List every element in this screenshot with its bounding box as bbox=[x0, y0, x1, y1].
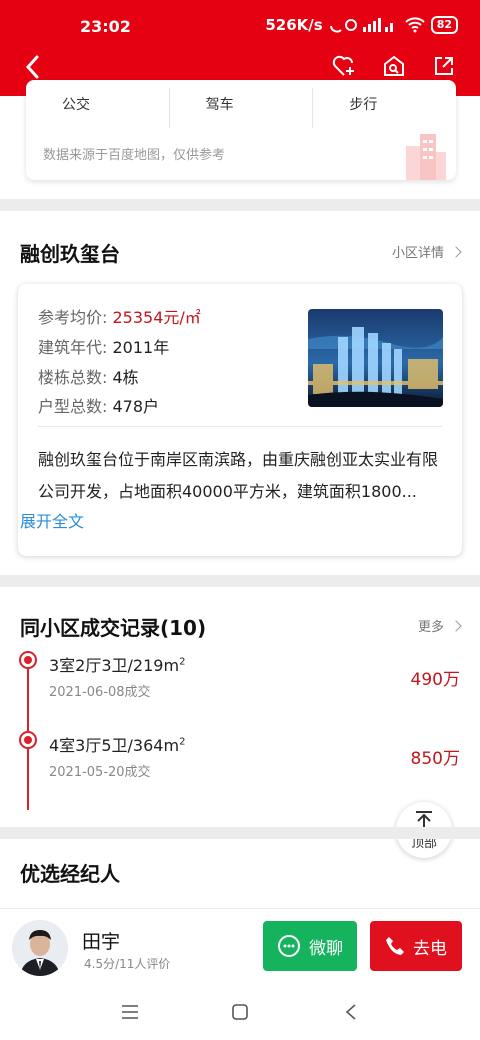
card-separator bbox=[38, 426, 442, 427]
transport-card: 公交 驾车 步行 数据来源于百度地图，仅供参考 bbox=[26, 80, 456, 180]
year-row: 建筑年代: 2011年 bbox=[38, 334, 169, 358]
transport-mode-bus[interactable]: 公交 bbox=[26, 88, 170, 128]
transactions-more-link[interactable]: 更多 bbox=[417, 616, 462, 635]
price-label: 参考均价: bbox=[38, 308, 113, 327]
transaction-date: 2021-05-20成交 bbox=[49, 765, 151, 780]
home-icon[interactable] bbox=[231, 1003, 249, 1021]
timeline-dot-icon bbox=[19, 731, 37, 749]
chevron-right-icon bbox=[450, 619, 462, 632]
section-divider bbox=[0, 827, 480, 839]
community-detail-link[interactable]: 小区详情 bbox=[391, 242, 462, 261]
more-label: 更多 bbox=[417, 620, 444, 635]
agent-contact-bar: 田宇 4.5分/11人评价 微聊 去电 bbox=[0, 908, 480, 984]
community-card: 参考均价: 25354元/㎡ 建筑年代: 2011年 楼栋总数: 4栋 户型总数… bbox=[18, 284, 462, 556]
transaction-layout-text: 4室3厅5卫/364m bbox=[49, 736, 180, 755]
units-label: 户型总数: bbox=[38, 397, 113, 416]
system-nav-bar bbox=[0, 984, 480, 1040]
units-value: 478户 bbox=[112, 397, 160, 416]
area-unit-sup: 2 bbox=[179, 656, 186, 668]
buildings-row: 楼栋总数: 4栋 bbox=[38, 364, 139, 388]
agent-rating: 4.5分/11人评价 bbox=[84, 957, 171, 971]
community-description: 融创玖玺台位于南岸区南滨路，由重庆融创亚太实业有限公司开发，占地面积40000平… bbox=[38, 450, 439, 501]
area-unit-sup: 2 bbox=[179, 736, 186, 748]
wechat-chat-button[interactable]: 微聊 bbox=[263, 921, 357, 971]
transaction-layout: 4室3厅5卫/364m2 bbox=[49, 732, 185, 756]
price-row: 参考均价: 25354元/㎡ bbox=[38, 304, 201, 328]
chevron-right-icon bbox=[450, 245, 462, 258]
buildings-label: 楼栋总数: bbox=[38, 368, 113, 387]
back-nav-icon[interactable] bbox=[344, 1003, 358, 1021]
share-icon[interactable] bbox=[432, 54, 456, 78]
units-row: 户型总数: 478户 bbox=[38, 393, 159, 417]
map-data-note: 数据来源于百度地图，仅供参考 bbox=[43, 148, 226, 163]
transaction-layout-text: 3室2厅3卫/219m bbox=[49, 656, 180, 675]
phone-icon bbox=[386, 937, 404, 955]
expand-full-text-link[interactable]: 展开全文 bbox=[20, 508, 84, 532]
agent-avatar[interactable] bbox=[12, 920, 68, 976]
section-divider bbox=[0, 199, 480, 211]
year-label: 建筑年代: bbox=[38, 338, 113, 357]
chat-bubble-icon bbox=[278, 935, 300, 957]
agent-name: 田宇 bbox=[82, 931, 121, 953]
signal-icon bbox=[329, 18, 393, 33]
battery-indicator: 82 bbox=[430, 16, 458, 34]
timeline-dot-icon bbox=[19, 651, 37, 669]
year-value: 2011年 bbox=[112, 338, 170, 357]
agents-title: 优选经纪人 bbox=[20, 862, 120, 886]
section-divider bbox=[0, 575, 480, 587]
heart-add-icon[interactable] bbox=[332, 54, 356, 78]
wechat-label: 微聊 bbox=[309, 938, 343, 959]
community-photo[interactable] bbox=[308, 309, 443, 407]
call-button[interactable]: 去电 bbox=[370, 921, 462, 971]
transaction-price: 850万 bbox=[410, 749, 460, 769]
status-time: 23:02 bbox=[80, 17, 131, 36]
transport-mode-walk[interactable]: 步行 bbox=[313, 88, 456, 128]
transactions-title: 同小区成交记录(10) bbox=[20, 616, 207, 640]
call-label: 去电 bbox=[413, 938, 447, 959]
community-detail-label: 小区详情 bbox=[391, 246, 444, 261]
community-title: 融创玖玺台 bbox=[20, 242, 120, 266]
home-search-icon[interactable] bbox=[382, 54, 406, 78]
status-indicators: 526K/s 82 bbox=[265, 16, 458, 34]
menu-icon[interactable] bbox=[121, 1004, 139, 1020]
transaction-date: 2021-06-08成交 bbox=[49, 685, 151, 700]
price-value: 25354元/㎡ bbox=[112, 308, 201, 327]
wifi-icon bbox=[404, 17, 425, 33]
building-illustration-icon bbox=[406, 134, 446, 180]
transaction-layout: 3室2厅3卫/219m2 bbox=[49, 652, 185, 676]
buildings-value: 4栋 bbox=[112, 368, 139, 387]
network-speed: 526K/s bbox=[265, 16, 323, 34]
transaction-price: 490万 bbox=[410, 670, 460, 690]
back-icon[interactable] bbox=[18, 52, 48, 82]
transport-mode-drive[interactable]: 驾车 bbox=[170, 88, 314, 128]
